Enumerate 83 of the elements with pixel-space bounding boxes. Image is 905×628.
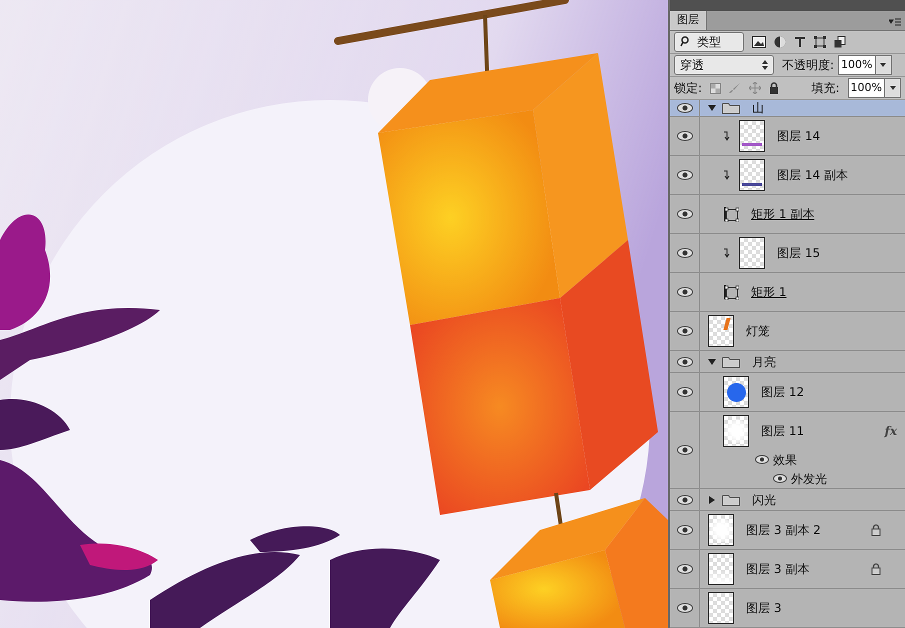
eye-icon[interactable] [676,287,692,298]
vector-mask-icon [723,206,739,222]
eye-icon[interactable] [676,445,692,456]
eye-icon[interactable] [676,564,692,574]
caret-icon [880,62,886,67]
fill-field[interactable]: 100% [848,78,885,98]
stepper-icon [762,60,768,70]
eye-icon[interactable] [676,525,692,536]
layer-name: 图层 14 [777,128,820,146]
layer-thumbnail [723,376,749,408]
layer-thumbnail [739,120,765,152]
disclosure-triangle-icon[interactable] [708,104,716,112]
layer-row[interactable]: 图层 14 [670,117,905,156]
filter-dropdown[interactable]: 类型 [674,32,744,52]
layer-thumbnail [739,237,765,270]
layer-row[interactable]: 矩形 1 [670,273,905,312]
folder-icon [722,356,740,368]
blend-mode-dropdown[interactable]: 穿透 [674,54,774,75]
lock-icon[interactable] [769,82,780,94]
folder-icon [722,494,740,506]
eye-icon[interactable] [676,131,692,142]
image-icon[interactable] [752,36,766,48]
layer-thumbnail [739,159,765,192]
layer-name: 图层 15 [777,245,820,262]
layer-name: 矩形 1 副本 [751,206,814,224]
checker-icon[interactable] [710,82,722,94]
layer-row[interactable]: 图层 14 副本 [670,156,905,196]
eye-icon[interactable] [676,248,692,258]
effect-name: 外发光 [791,470,827,488]
layer-row[interactable]: 灯笼 [670,312,905,352]
layer-row[interactable]: 图层 15 [670,234,905,274]
layer-row[interactable]: 图层 3 [670,589,905,628]
layer-name: 月亮 [752,354,776,371]
layer-row[interactable]: 图层 11 fx 效果 外发光 [670,412,905,490]
layer-thumbnail [708,315,734,348]
adjustment-icon[interactable] [774,36,786,48]
eye-icon[interactable] [755,455,769,464]
smart-object-icon[interactable] [834,36,846,48]
effect-name: 效果 [773,452,797,469]
layers-tab[interactable]: 图层 [670,11,707,30]
layer-name: 山 [752,100,764,118]
layer-name: 灯笼 [746,323,770,340]
opacity-field[interactable]: 100% [838,54,876,75]
layer-thumbnail [723,415,749,448]
eye-icon[interactable] [676,387,692,398]
vector-mask-icon [723,284,739,300]
layer-name: 图层 3 [746,600,782,618]
fill-label: 填充: [812,80,840,97]
layer-thumbnail [708,514,734,546]
disclosure-triangle-icon[interactable] [708,358,716,366]
panel-menu-icon[interactable] [889,18,901,26]
opacity-dropdown-button[interactable] [876,54,892,75]
shape-icon[interactable] [814,36,826,48]
layer-name: 图层 11 [761,423,804,440]
layer-name: 图层 12 [761,384,804,402]
fill-dropdown-button[interactable] [885,78,901,98]
layer-name: 图层 3 副本 2 [746,522,821,540]
layer-name: 矩形 1 [751,284,786,302]
layer-row[interactable]: 图层 3 副本 [670,550,905,590]
eye-icon[interactable] [773,474,787,484]
layer-name: 闪光 [752,492,776,509]
search-icon [680,36,689,48]
folder-icon [722,102,740,114]
eye-icon[interactable] [676,356,692,367]
layer-name: 图层 14 副本 [777,167,848,184]
layer-name: 图层 3 副本 [746,561,810,578]
eye-icon[interactable] [676,603,692,614]
layer-thumbnail [708,553,734,586]
eye-icon[interactable] [676,494,692,505]
disclosure-triangle-icon[interactable] [708,496,716,504]
layer-row[interactable]: 图层 12 [670,373,905,412]
caret-icon [890,86,896,90]
layer-row[interactable]: 图层 3 副本 2 [670,511,905,550]
layer-row[interactable]: 矩形 1 副本 [670,195,905,234]
opacity-label: 不透明度: [782,56,834,74]
type-icon[interactable] [794,36,806,48]
eye-icon[interactable] [676,209,692,220]
eye-icon[interactable] [676,170,692,180]
eye-icon[interactable] [676,103,692,114]
effects-badge[interactable]: fx [884,422,897,440]
lock-label: 锁定: [674,80,702,97]
layer-thumbnail [708,592,734,624]
eye-icon[interactable] [676,326,692,336]
